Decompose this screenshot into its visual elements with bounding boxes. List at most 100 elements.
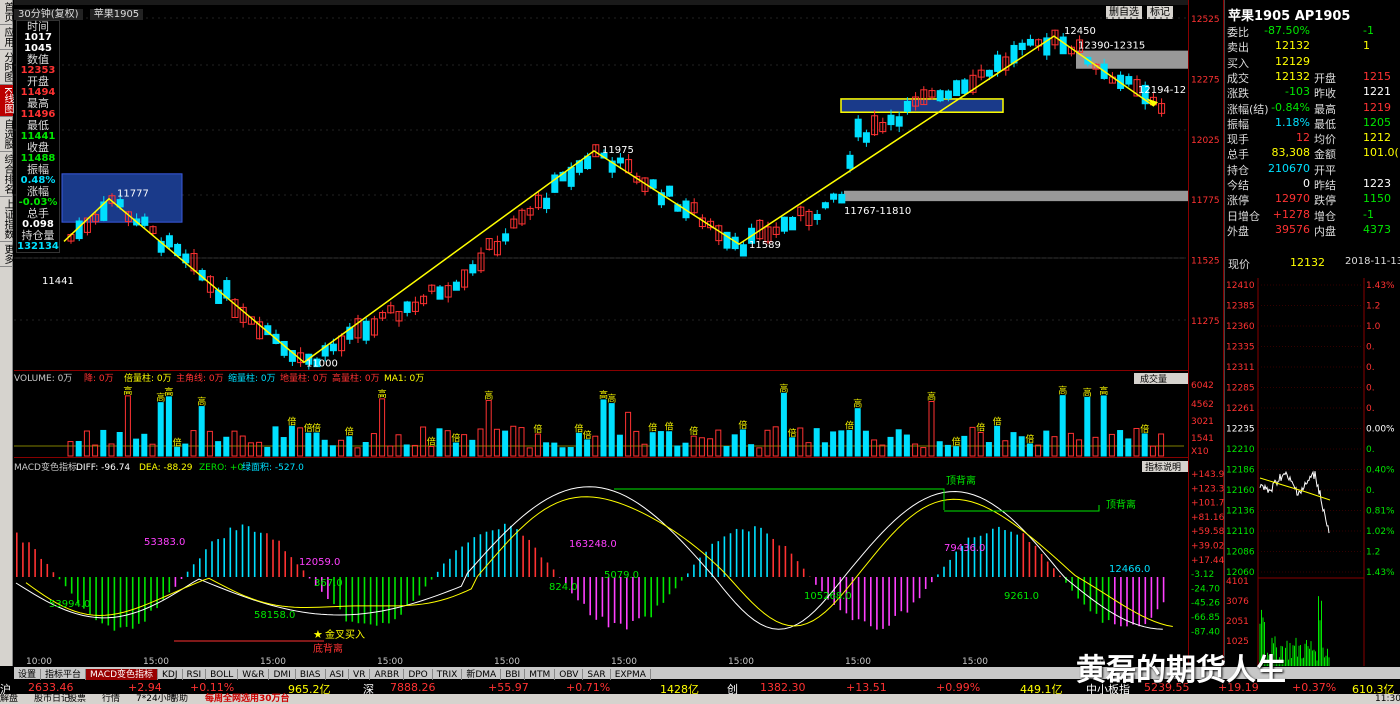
macd-histogram-bar: [455, 550, 457, 577]
macd-histogram-bar: [363, 577, 366, 624]
macd-histogram-bar: [1089, 577, 1092, 612]
indicator-help-label: 指标说明: [1145, 461, 1181, 473]
macd-histogram-bar: [192, 564, 195, 577]
intraday-chart[interactable]: 12410 1.43% 12385 1.2 12360 1.0 12335 0. 12311 0.…: [1226, 278, 1400, 666]
bottom-item-2[interactable]: 股票: [68, 694, 86, 704]
nav-item-6[interactable]: 上证指数: [0, 197, 13, 242]
nav-item-4[interactable]: 自选股: [0, 117, 13, 152]
macd-histogram-bar: [638, 577, 640, 619]
volume-bar: [994, 425, 1001, 457]
macd-histogram-bar: [1059, 575, 1061, 577]
macd-axis-label: -66.85: [1191, 613, 1220, 623]
volume-bar: [977, 431, 984, 457]
macd-dea-line: [25, 496, 1173, 628]
macd-axis-label: +59.58: [1191, 527, 1224, 537]
bottom-item-5[interactable]: 帮助: [170, 694, 188, 704]
status-cy_val: 1382.30: [760, 681, 806, 694]
candle-body: [165, 235, 173, 248]
trading-terminal-window: { "left_nav": ["首页","应用","分时图","K线图","自选…: [0, 0, 1400, 704]
volume-bar: [288, 425, 295, 457]
intraday-price-label: 12335: [1226, 343, 1255, 353]
volume-mark: 倍: [583, 429, 592, 441]
macd-histogram-bar: [1132, 577, 1134, 625]
candle-body: [846, 154, 854, 169]
candle-body: [936, 90, 944, 102]
macd-histogram-bar: [510, 525, 512, 577]
macd-histogram-bar: [772, 538, 774, 577]
time-axis-label: 15:00: [260, 657, 286, 666]
macd-axis-label: -3.12: [1191, 570, 1214, 580]
quote-val2-11: 1150: [1363, 192, 1391, 206]
volume-bar: [559, 447, 566, 457]
bottom-item-6[interactable]: 每周全网选用30万台: [205, 694, 290, 704]
nav-item-1[interactable]: 应用: [0, 25, 13, 50]
volume-mark: 倍: [738, 419, 747, 431]
intraday-price-label: 12210: [1226, 445, 1255, 455]
volume-mark: 高: [123, 385, 132, 397]
support-zone: [844, 190, 1188, 202]
candle-body: [985, 69, 993, 77]
macd-histogram-bar: [650, 577, 652, 618]
macd-histogram-bar: [583, 577, 585, 604]
candle-body: [830, 193, 838, 200]
macd-histogram-bar: [863, 577, 866, 622]
intraday-vol-label: 2051: [1226, 617, 1249, 627]
time-axis-label: 15:00: [845, 657, 871, 666]
volume-bar: [428, 446, 435, 457]
macd-histogram-bar: [449, 558, 451, 577]
quote-key-9: 持仓: [1227, 163, 1249, 177]
volume-bar: [813, 428, 820, 457]
volume-bar: [551, 442, 558, 457]
volume-bar: [871, 439, 878, 457]
macd-histogram-bar: [656, 577, 659, 606]
quote-val2-8: 101.0(: [1363, 146, 1399, 160]
nav-item-7[interactable]: 更多: [0, 242, 13, 267]
quote-val-5: -0.84%: [1271, 100, 1310, 114]
candle-body: [543, 197, 551, 210]
nav-item-0[interactable]: 首页: [0, 0, 13, 25]
volume-bar: [1010, 432, 1017, 457]
volume-bar: [83, 430, 90, 457]
macd-histogram-bar: [406, 577, 408, 606]
volume-legend-item: 主角线: 0万: [176, 372, 224, 384]
candle-body: [903, 100, 911, 112]
macd-histogram-bar: [58, 577, 61, 580]
macd-histogram-bar: [729, 533, 732, 577]
volume-bar: [387, 445, 394, 457]
volume-bar: [75, 440, 82, 457]
macd-histogram-bar: [998, 526, 1000, 577]
intraday-price-label: 12086: [1226, 548, 1255, 558]
intraday-price-label: 12311: [1226, 363, 1255, 373]
volume-bar: [936, 441, 943, 457]
intraday-price-label: 12285: [1226, 384, 1255, 394]
intraday-pct-label: 0.: [1366, 363, 1375, 373]
quote-val2-0: -1: [1363, 24, 1374, 37]
status-sh_chg: +2.94: [128, 681, 162, 694]
volume-dropdown-label: 成交量: [1140, 373, 1167, 385]
volume-bar: [707, 438, 714, 457]
macd-value-label: 105268.0: [804, 591, 852, 602]
nav-item-5[interactable]: 综合排名: [0, 152, 13, 197]
nav-item-3[interactable]: K线图: [0, 85, 13, 117]
macd-histogram-bar: [723, 536, 726, 577]
macd-histogram-bar: [241, 524, 244, 577]
volume-bar: [305, 432, 312, 457]
volume-bar: [165, 396, 172, 457]
bottom-item-0[interactable]: 解盘: [0, 694, 18, 704]
volume-bar: [879, 444, 886, 457]
macd-histogram-bar: [211, 541, 213, 577]
macd-histogram-bar: [760, 527, 762, 577]
candle-body: [502, 233, 510, 242]
bottom-item-1[interactable]: 股市日记: [34, 694, 70, 704]
volume-bar: [600, 399, 607, 457]
macd-histogram-bar: [979, 535, 982, 577]
price-axis-label: 11275: [1191, 317, 1220, 327]
candle-body: [1059, 36, 1067, 55]
bottom-item-3[interactable]: 行情: [102, 694, 120, 704]
chart-area[interactable]: 12525 12275 12025 11775 11525 11275 11777 11441…: [14, 0, 1224, 666]
star-icon: ★: [313, 628, 323, 641]
volume-bar: [346, 436, 353, 457]
nav-item-2[interactable]: 分时图: [0, 50, 13, 85]
macd-histogram-bar: [632, 577, 634, 621]
info-label-7: 涨幅: [27, 185, 49, 198]
